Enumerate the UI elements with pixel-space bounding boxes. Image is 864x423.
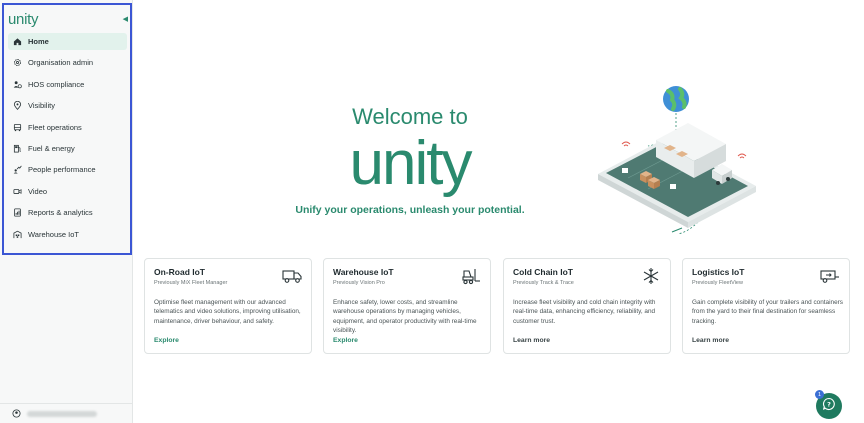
sidebar-item-hos-compliance[interactable]: HOS compliance: [8, 76, 127, 93]
collapse-sidebar-icon[interactable]: ◀: [123, 15, 128, 23]
redacted-user-name: [27, 410, 97, 417]
card-title: On-Road IoT: [154, 267, 205, 277]
sidebar-item-fuel-energy[interactable]: Fuel & energy: [8, 140, 127, 157]
sidebar-item-video[interactable]: Video: [8, 183, 127, 200]
unity-wordmark: unity: [349, 129, 473, 198]
card-subtitle: Previously Track & Trace: [513, 280, 574, 286]
location-pin-icon: [13, 101, 22, 111]
card-subtitle: Previously FleetView: [692, 280, 743, 286]
vehicle-icon: [13, 123, 22, 132]
svg-text:?: ?: [827, 400, 831, 408]
fuel-pump-icon: [13, 144, 22, 153]
card-warehouse-iot[interactable]: Warehouse IoT Previously Vision Pro Enha…: [323, 258, 491, 354]
user-icon: [12, 405, 21, 423]
truck-icon: [282, 267, 302, 285]
forklift-icon: [461, 267, 481, 285]
sidebar-item-label: Organisation admin: [28, 58, 94, 68]
sidebar-item-reports-analytics[interactable]: Reports & analytics: [8, 204, 127, 221]
explore-link[interactable]: Explore: [154, 337, 179, 344]
sidebar-item-label: Reports & analytics: [28, 208, 93, 218]
sidebar-item-home[interactable]: Home: [8, 33, 127, 50]
welcome-heading: Welcome to: [352, 104, 468, 129]
user-profile[interactable]: [0, 403, 133, 423]
hero-tagline: Unify your operations, unleash your pote…: [295, 204, 525, 216]
video-camera-icon: [13, 187, 22, 196]
sidebar-item-people-performance[interactable]: People performance: [8, 161, 127, 178]
notification-badge: 1: [815, 390, 824, 399]
sidebar-item-label: People performance: [28, 165, 96, 175]
brand-row: unity ◀: [8, 10, 128, 28]
unity-logo[interactable]: unity: [8, 11, 38, 28]
sidebar-item-warehouse-iot[interactable]: Warehouse IoT: [8, 226, 127, 243]
card-description: Optimise fleet management with our advan…: [154, 299, 301, 325]
sidebar-item-label: Visibility: [28, 101, 55, 111]
card-title: Warehouse IoT: [333, 267, 394, 277]
card-description: Increase fleet visibility and cold chain…: [513, 299, 656, 325]
card-title: Cold Chain IoT: [513, 267, 573, 277]
sidebar-item-label: Fleet operations: [28, 122, 82, 132]
sidebar-item-label: Fuel & energy: [28, 143, 75, 153]
logistics-illustration: [588, 82, 764, 242]
sidebar-nav: Home Organisation admin HOS compliance V…: [8, 33, 127, 247]
card-subtitle: Previously MiX Fleet Manager: [154, 280, 228, 286]
sidebar-item-organisation-admin[interactable]: Organisation admin: [8, 54, 127, 71]
trailer-icon: [820, 267, 840, 285]
learn-more-link[interactable]: Learn more: [513, 337, 550, 344]
warehouse-icon: [13, 230, 22, 239]
card-description: Enhance safety, lower costs, and streaml…: [333, 299, 477, 335]
performance-icon: [13, 165, 22, 174]
snowflake-icon: [641, 267, 661, 285]
sidebar-item-fleet-operations[interactable]: Fleet operations: [8, 119, 127, 136]
card-cold-chain-iot[interactable]: Cold Chain IoT Previously Track & Trace …: [503, 258, 671, 354]
explore-link[interactable]: Explore: [333, 337, 358, 344]
card-description: Gain complete visibility of your trailer…: [692, 299, 843, 325]
gear-icon: [13, 58, 22, 67]
sidebar-item-label: Warehouse IoT: [28, 229, 79, 239]
card-title: Logistics IoT: [692, 267, 745, 277]
card-logistics-iot[interactable]: Logistics IoT Previously FleetView Gain …: [682, 258, 850, 354]
sidebar-item-label: Video: [28, 186, 48, 196]
home-icon: [13, 37, 22, 46]
driver-clock-icon: [13, 80, 22, 89]
report-icon: [13, 208, 22, 217]
card-on-road-iot[interactable]: On-Road IoT Previously MiX Fleet Manager…: [144, 258, 312, 354]
sidebar-item-label: HOS compliance: [28, 79, 85, 89]
learn-more-link[interactable]: Learn more: [692, 337, 729, 344]
sidebar-item-visibility[interactable]: Visibility: [8, 97, 127, 114]
sidebar: unity ◀ Home Organisation admin HOS comp…: [0, 0, 133, 423]
sidebar-item-label: Home: [28, 37, 49, 46]
card-subtitle: Previously Vision Pro: [333, 280, 385, 286]
chat-help-icon: ?: [822, 397, 836, 416]
